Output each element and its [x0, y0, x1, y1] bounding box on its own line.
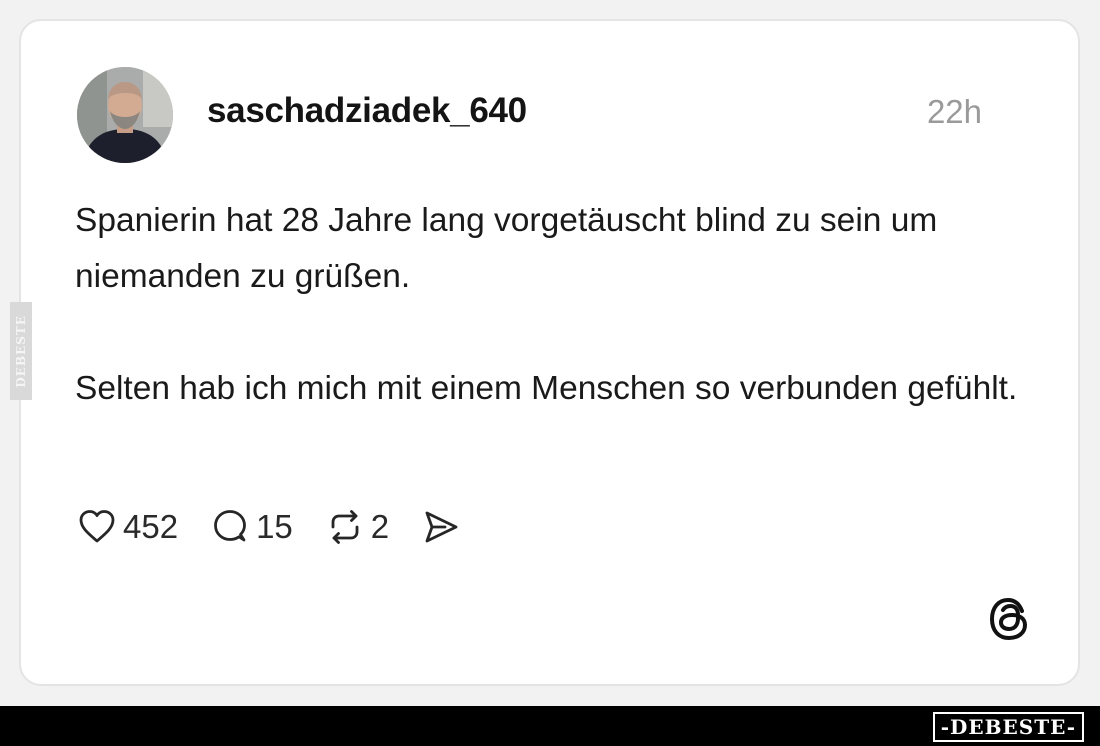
side-watermark: DEBESTE [10, 302, 32, 400]
speech-bubble-icon [210, 507, 250, 547]
page: saschadziadek_640 22h Spanierin hat 28 J… [0, 0, 1100, 706]
timestamp: 22h [926, 93, 982, 130]
share-button[interactable] [421, 507, 461, 547]
like-button[interactable]: 452 [77, 507, 178, 547]
comment-count: 15 [256, 508, 293, 545]
post-card: saschadziadek_640 22h Spanierin hat 28 J… [19, 19, 1080, 686]
footer-watermark: -DEBESTE- [932, 712, 1084, 742]
post-paragraph: Selten hab ich mich mit einem Menschen s… [75, 370, 1018, 407]
paper-plane-icon [421, 507, 461, 547]
avatar[interactable] [77, 67, 173, 163]
post-text: Spanierin hat 28 Jahre lang vorgetäuscht… [75, 193, 1035, 417]
threads-logo-icon [984, 593, 1036, 645]
repost-arrows-icon [325, 507, 365, 547]
action-bar: 452 15 2 [77, 505, 493, 549]
avatar-photo [77, 67, 173, 163]
like-count: 452 [123, 508, 179, 545]
side-watermark-text: DEBESTE [14, 314, 28, 388]
footer-bar: -DEBESTE- [0, 706, 1100, 746]
repost-count: 2 [370, 508, 390, 545]
comment-button[interactable]: 15 [210, 507, 293, 547]
repost-button[interactable]: 2 [325, 507, 389, 547]
heart-icon [77, 507, 117, 547]
post-paragraph: Spanierin hat 28 Jahre lang vorgetäuscht… [75, 202, 938, 295]
username[interactable]: saschadziadek_640 [207, 91, 527, 131]
